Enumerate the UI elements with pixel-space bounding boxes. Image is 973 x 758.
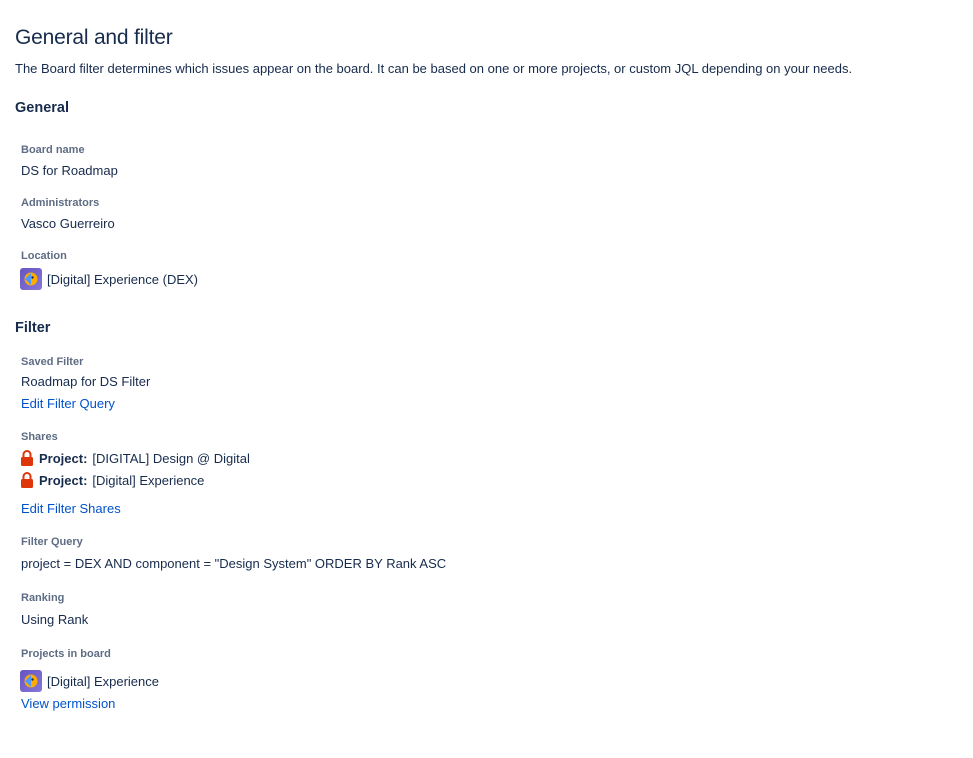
project-name: [Digital] Experience [47, 673, 159, 689]
project-avatar-icon [20, 670, 42, 692]
location-value: [Digital] Experience (DEX) [47, 271, 198, 287]
ranking-label: Ranking [21, 592, 65, 604]
share-item: Project: [Digital] Experience [20, 472, 204, 488]
share-prefix: Project: [39, 450, 88, 466]
project-row: [Digital] Experience [20, 670, 159, 692]
edit-filter-query-link[interactable]: Edit Filter Query [21, 396, 115, 411]
administrators-value: Vasco Guerreiro [21, 216, 115, 231]
general-heading: General [15, 100, 69, 116]
shares-label: Shares [21, 431, 58, 443]
page-title: General and filter [15, 26, 173, 49]
edit-filter-shares-link[interactable]: Edit Filter Shares [21, 501, 121, 516]
board-name-value: DS for Roadmap [21, 163, 118, 178]
saved-filter-value: Roadmap for DS Filter [21, 374, 151, 389]
share-item: Project: [DIGITAL] Design @ Digital [20, 450, 250, 466]
view-permission-link[interactable]: View permission [21, 696, 115, 711]
board-settings-page: General and filter The Board filter dete… [0, 0, 973, 758]
page-description: The Board filter determines which issues… [15, 61, 853, 76]
location-row: [Digital] Experience (DEX) [20, 268, 198, 290]
share-name: [Digital] Experience [92, 472, 205, 488]
share-prefix: Project: [39, 472, 88, 488]
filter-query-label: Filter Query [21, 536, 83, 548]
filter-query-value: project = DEX AND component = "Design Sy… [21, 556, 447, 571]
share-name: [DIGITAL] Design @ Digital [92, 450, 250, 466]
ranking-value: Using Rank [21, 612, 89, 627]
saved-filter-label: Saved Filter [21, 356, 84, 368]
projects-in-board-label: Projects in board [21, 648, 111, 660]
project-avatar-icon [20, 268, 42, 290]
filter-heading: Filter [15, 320, 51, 336]
lock-icon [21, 450, 33, 466]
lock-icon [21, 472, 33, 488]
administrators-label: Administrators [21, 197, 100, 209]
location-label: Location [21, 250, 67, 262]
board-name-label: Board name [21, 144, 85, 156]
